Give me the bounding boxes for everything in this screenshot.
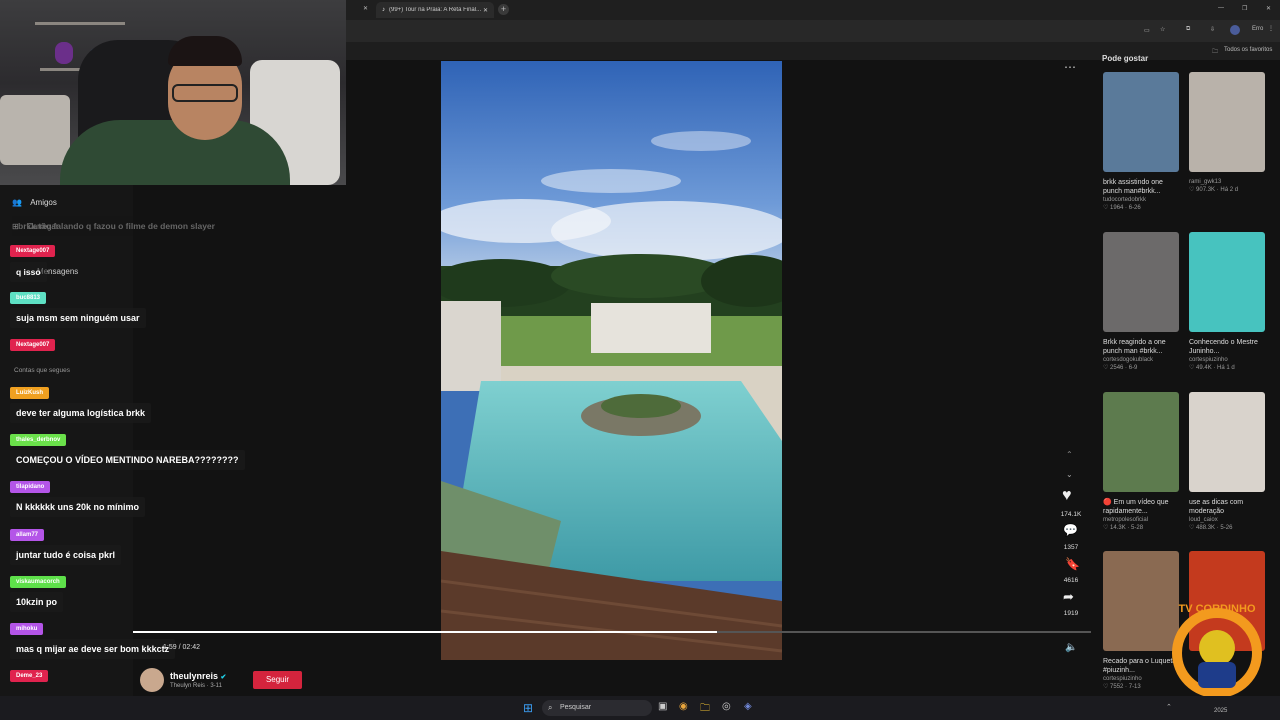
browser-tab-active[interactable]: ♪ (99+) Tour na Praia: A Reta Final... ✕: [376, 2, 494, 18]
progress-track[interactable]: [133, 631, 1091, 633]
task-view-icon[interactable]: ▣: [658, 701, 667, 712]
close-tab-icon[interactable]: ✕: [363, 5, 368, 12]
likes-count: 174.1K: [1060, 511, 1082, 518]
logo-text: TV CORDINHO: [1179, 603, 1256, 615]
chat-message-text: N kkkkkk uns 20k no mínimo: [10, 497, 146, 517]
volume-icon[interactable]: 🔈: [1065, 642, 1077, 653]
chat-username: allam77: [10, 529, 45, 541]
recommended-video[interactable]: 🔴 Em um vídeo que rapidamente... metropo…: [1103, 392, 1181, 532]
windows-start-icon[interactable]: ⊞: [523, 701, 533, 715]
video-time: 1:59 / 02:42: [163, 644, 200, 651]
tiktok-icon: ♪: [382, 7, 385, 13]
comments-count: 1357: [1063, 544, 1079, 551]
recommended-video[interactable]: Conhecendo o Mestre Juninho... cortespiu…: [1189, 232, 1267, 372]
creator-subtitle: Theulyn Reis · 3-11: [170, 683, 222, 689]
person-shirt: [60, 120, 290, 185]
video-frame: [441, 61, 782, 660]
saves-count: 4616: [1063, 577, 1079, 584]
folder-icon: 🗀: [1212, 49, 1219, 55]
downloads-icon[interactable]: ⇩: [1210, 26, 1215, 33]
video-player[interactable]: [441, 61, 782, 660]
windows-taskbar: ⊞ ⌕ Pesquisar ▣ ◉ 🗀 ◎ ◈ ⌃ 2025: [0, 696, 1280, 720]
webcam-overlay: [0, 0, 346, 185]
tv-cordinho-logo: TV CORDINHO: [1160, 598, 1274, 698]
following-section-label: Contas que segues: [14, 367, 71, 374]
shelf: [35, 22, 125, 25]
figure-toy: [55, 42, 73, 64]
bookmark-icon[interactable]: 🔖: [1065, 557, 1080, 571]
video-thumbnail: [1189, 392, 1265, 492]
search-label: Pesquisar: [560, 704, 592, 711]
chat-message-text: suja msm sem ninguém usar: [10, 308, 146, 328]
creator-avatar[interactable]: [140, 668, 164, 692]
recommended-video[interactable]: use as dicas com moderação loud_caiox ♡ …: [1189, 392, 1267, 532]
recommended-video[interactable]: Brkk reagindo a one punch man #brkk... c…: [1103, 232, 1181, 372]
chat-username: viskaumacorch: [10, 576, 66, 588]
users-icon: 👥: [12, 198, 22, 207]
heart-icon[interactable]: ♥: [1062, 487, 1072, 505]
profile-avatar[interactable]: [1230, 25, 1240, 35]
chat-username: Nextage007: [10, 245, 56, 257]
next-video-icon[interactable]: ⌄: [1066, 470, 1073, 479]
app-icon[interactable]: ◎: [722, 701, 731, 712]
chat-username: LuizKush: [10, 387, 49, 399]
share-icon[interactable]: ➦: [1063, 589, 1074, 605]
chat-username: mihoku: [10, 623, 44, 635]
maximize-icon[interactable]: ❐: [1242, 5, 1247, 12]
video-thumbnail: [1103, 72, 1179, 172]
sofa: [0, 95, 70, 165]
extensions-icon[interactable]: ⧉: [1186, 26, 1190, 33]
chat-username: tilapidano: [10, 481, 51, 493]
comment-icon[interactable]: 💬: [1063, 523, 1078, 537]
close-window-icon[interactable]: ✕: [1266, 5, 1271, 12]
tray-chevron-icon[interactable]: ⌃: [1166, 703, 1172, 711]
cast-icon[interactable]: ▭: [1144, 27, 1150, 34]
new-tab-button[interactable]: +: [498, 4, 509, 15]
minimize-icon[interactable]: —: [1218, 5, 1224, 11]
discord-icon[interactable]: ◈: [744, 701, 752, 712]
profile-label[interactable]: Erro: [1252, 26, 1263, 32]
recommended-video[interactable]: brkk assistindo one punch man#brkk... tu…: [1103, 72, 1181, 212]
bookmarks-label[interactable]: Todos os favoritos: [1224, 47, 1272, 53]
chat-message-text: COMEÇOU O VÍDEO MENTINDO NAREBA????????: [10, 450, 245, 470]
chat-message-text: mas q mijar ae deve ser bom kkkctz: [10, 639, 176, 659]
close-tab-icon[interactable]: ✕: [483, 7, 488, 14]
verified-icon: ✔: [220, 674, 227, 681]
shares-count: 1919: [1063, 610, 1079, 617]
recommended-video[interactable]: rami_gwk13 ♡ 907.3K · Há 2 d: [1189, 72, 1265, 194]
chat-message-text: deve ter alguma logística brkk: [10, 403, 152, 423]
recommendations-heading: Pode gostar: [1102, 54, 1149, 63]
taskbar-search[interactable]: ⌕ Pesquisar: [542, 700, 652, 716]
chat-username: Nextage007: [10, 339, 56, 351]
creator-handle[interactable]: theulynreis ✔: [170, 671, 226, 681]
menu-icon[interactable]: ⋮: [1268, 25, 1274, 32]
taskbar-year: 2025: [1214, 708, 1228, 714]
progress-fill: [133, 631, 718, 633]
chrome-icon[interactable]: ◉: [679, 701, 688, 712]
video-thumbnail: [1103, 232, 1179, 332]
bookmark-star-icon[interactable]: ☆: [1160, 26, 1165, 33]
chat-message-text: q isso: [10, 262, 47, 282]
chat-message-text: brkk tão falando q fazou o filme de demo…: [12, 216, 221, 236]
video-thumbnail: [1189, 232, 1265, 332]
sidebar-item-friends[interactable]: 👥 Amigos: [12, 198, 57, 207]
chat-message-text: 10kzin po: [10, 592, 64, 612]
video-thumbnail: [1103, 392, 1179, 492]
chat-username: thales_derbnov: [10, 434, 67, 446]
previous-video-icon[interactable]: ⌃: [1066, 450, 1073, 459]
person-hair: [168, 36, 242, 66]
file-explorer-icon[interactable]: 🗀: [700, 701, 710, 718]
follow-button[interactable]: Seguir: [253, 671, 302, 689]
glasses: [172, 84, 238, 102]
video-thumbnail: [1189, 72, 1265, 172]
browser-tab-title: (99+) Tour na Praia: A Reta Final...: [389, 7, 482, 13]
chat-username: Deme_23: [10, 670, 49, 682]
chat-message-text: juntar tudo é coisa pkrl: [10, 545, 122, 565]
chat-username: buc8813: [10, 292, 47, 304]
search-icon: ⌕: [548, 703, 553, 712]
more-options-icon[interactable]: ⋯: [1064, 60, 1076, 74]
